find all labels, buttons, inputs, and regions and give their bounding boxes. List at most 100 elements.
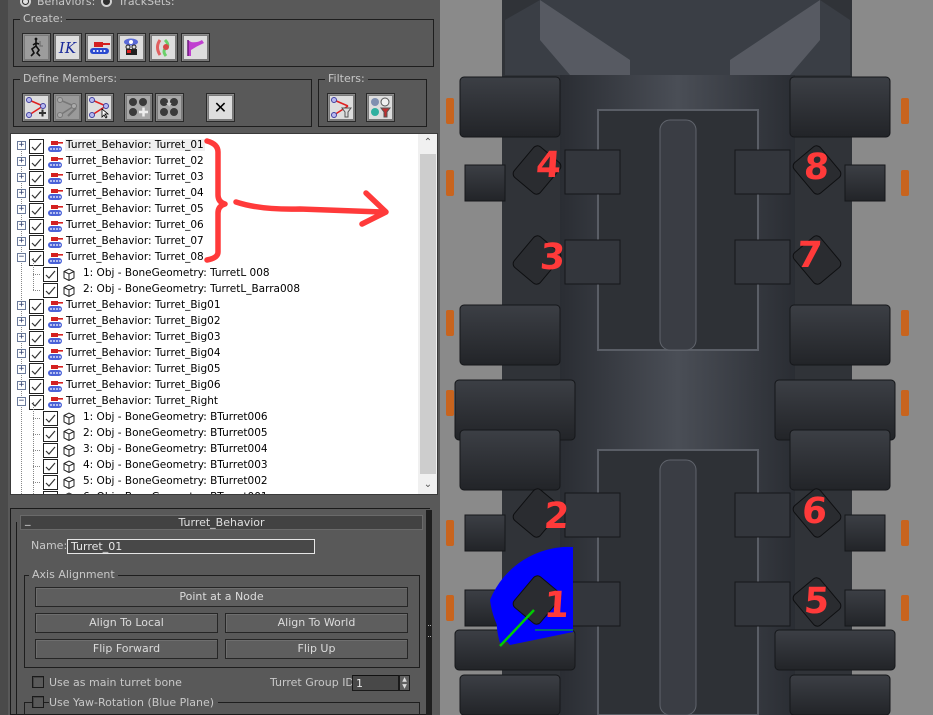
tree-behavior-row[interactable]: + Turret_Behavior: Turret_Big02 bbox=[11, 314, 417, 330]
expand-icon[interactable]: + bbox=[17, 349, 26, 358]
create-look-at-button[interactable] bbox=[117, 33, 146, 62]
row-checkbox[interactable] bbox=[43, 267, 58, 282]
turret-group-id-spinner[interactable]: ▲ ▼ bbox=[399, 675, 410, 691]
tree-member-row[interactable]: 1: Obj - BoneGeometry: TurretL 008 bbox=[11, 258, 417, 282]
row-checkbox[interactable] bbox=[29, 139, 44, 154]
add-set-button[interactable] bbox=[124, 93, 153, 122]
row-checkbox[interactable] bbox=[43, 443, 58, 458]
scroll-down-button[interactable]: ⌄ bbox=[418, 476, 437, 494]
flip-forward-button[interactable]: Flip Forward bbox=[35, 639, 218, 659]
tree-member-row[interactable]: 2: Obj - BoneGeometry: TurretL_Barra008 bbox=[11, 274, 417, 298]
row-checkbox[interactable] bbox=[29, 395, 44, 410]
tracksets-radio[interactable] bbox=[101, 0, 113, 7]
expand-icon[interactable]: + bbox=[17, 141, 26, 150]
row-checkbox[interactable] bbox=[29, 219, 44, 234]
tree-behavior-row[interactable]: + Turret_Behavior: Turret_03 bbox=[11, 170, 417, 186]
flip-up-button[interactable]: Flip Up bbox=[225, 639, 408, 659]
tree-member-row[interactable]: 2: Obj - BoneGeometry: BTurret005 bbox=[11, 418, 417, 442]
row-checkbox[interactable] bbox=[43, 475, 58, 490]
rollout-scroll-grip[interactable] bbox=[428, 625, 431, 637]
row-checkbox[interactable] bbox=[29, 155, 44, 170]
row-checkbox[interactable] bbox=[29, 251, 44, 266]
expand-icon[interactable]: + bbox=[17, 301, 26, 310]
row-checkbox[interactable] bbox=[43, 459, 58, 474]
row-checkbox[interactable] bbox=[29, 235, 44, 250]
tree-behavior-row[interactable]: + Turret_Behavior: Turret_Big04 bbox=[11, 346, 417, 362]
row-checkbox[interactable] bbox=[43, 283, 58, 298]
tree-behavior-row[interactable]: + Turret_Behavior: Turret_Big06 bbox=[11, 378, 417, 394]
tree-behavior-row[interactable]: + Turret_Behavior: Turret_04 bbox=[11, 186, 417, 202]
row-checkbox[interactable] bbox=[29, 171, 44, 186]
row-checkbox[interactable] bbox=[29, 315, 44, 330]
expand-icon[interactable]: + bbox=[17, 173, 26, 182]
tree-behavior-row[interactable]: + Turret_Behavior: Turret_02 bbox=[11, 154, 417, 170]
tree-behavior-row[interactable]: + Turret_Behavior: Turret_Big01 bbox=[11, 298, 417, 314]
tree-behavior-row[interactable]: + Turret_Behavior: Turret_Big05 bbox=[11, 362, 417, 378]
row-checkbox[interactable] bbox=[29, 331, 44, 346]
spinner-up-icon[interactable]: ▲ bbox=[400, 676, 409, 683]
expand-icon[interactable]: + bbox=[17, 365, 26, 374]
tree-behavior-row[interactable]: + Turret_Behavior: Turret_01 bbox=[11, 138, 417, 154]
expand-icon[interactable]: + bbox=[17, 237, 26, 246]
tree-member-row[interactable]: 3: Obj - BoneGeometry: BTurret004 bbox=[11, 434, 417, 458]
tree-member-row[interactable]: 5: Obj - BoneGeometry: BTurret002 bbox=[11, 466, 417, 490]
expand-icon[interactable]: + bbox=[17, 189, 26, 198]
name-input[interactable]: Turret_01 bbox=[67, 539, 315, 554]
row-checkbox[interactable] bbox=[29, 379, 44, 394]
tree-member-row[interactable]: 1: Obj - BoneGeometry: BTurret006 bbox=[11, 402, 417, 426]
expand-icon[interactable]: + bbox=[17, 221, 26, 230]
collapse-icon[interactable]: − bbox=[17, 253, 26, 262]
collapse-icon[interactable]: _ bbox=[25, 513, 31, 526]
expand-icon[interactable]: + bbox=[17, 333, 26, 342]
expand-icon[interactable]: + bbox=[17, 381, 26, 390]
align-to-world-button[interactable]: Align To World bbox=[225, 613, 408, 633]
rollout-title-bar[interactable]: _ Turret_Behavior bbox=[20, 513, 423, 530]
collapse-icon[interactable]: − bbox=[17, 397, 26, 406]
tree-member-row[interactable]: 6: Obj - BoneGeometry: BTurret001 bbox=[11, 482, 417, 494]
pick-member-button[interactable] bbox=[85, 93, 114, 122]
row-checkbox[interactable] bbox=[29, 347, 44, 362]
create-biped-button[interactable] bbox=[22, 33, 51, 62]
align-to-local-button[interactable]: Align To Local bbox=[35, 613, 218, 633]
row-checkbox[interactable] bbox=[29, 363, 44, 378]
expand-icon[interactable]: + bbox=[17, 205, 26, 214]
main-turret-bone-checkbox[interactable] bbox=[32, 676, 44, 688]
create-orientation-button[interactable] bbox=[149, 33, 178, 62]
filter-spheres-button[interactable] bbox=[366, 93, 395, 122]
row-checkbox[interactable] bbox=[43, 491, 58, 494]
yaw-rotation-checkbox[interactable] bbox=[32, 696, 44, 708]
row-checkbox[interactable] bbox=[29, 299, 44, 314]
tree-behavior-row[interactable]: + Turret_Behavior: Turret_05 bbox=[11, 202, 417, 218]
row-checkbox[interactable] bbox=[29, 203, 44, 218]
scroll-up-button[interactable]: ⌃ bbox=[418, 134, 437, 152]
turret-group-id-input[interactable]: 1 bbox=[352, 675, 399, 691]
spinner-down-icon[interactable]: ▼ bbox=[400, 683, 409, 690]
tree-behavior-row[interactable]: + Turret_Behavior: Turret_Big03 bbox=[11, 330, 417, 346]
create-flag-button[interactable] bbox=[181, 33, 210, 62]
expand-icon[interactable]: + bbox=[17, 157, 26, 166]
create-ik-button[interactable]: IK bbox=[53, 33, 82, 62]
tree-scrollbar[interactable]: ⌃ ⌄ bbox=[417, 134, 437, 494]
3d-viewport[interactable]: 4 8 3 7 2 6 1 5 bbox=[440, 0, 933, 715]
behaviors-radio[interactable] bbox=[20, 0, 31, 7]
behavior-tree-list[interactable]: + Turret_Behavior: Turret_01 + Turret_Behav… bbox=[10, 133, 438, 495]
tree-behavior-row[interactable]: − Turret_Behavior: Turret_Right bbox=[11, 394, 417, 410]
remove-member-button[interactable] bbox=[53, 93, 82, 122]
add-member-button[interactable] bbox=[22, 93, 51, 122]
tree-behavior-row[interactable]: + Turret_Behavior: Turret_07 bbox=[11, 234, 417, 250]
remove-set-button[interactable] bbox=[155, 93, 184, 122]
row-checkbox[interactable] bbox=[43, 411, 58, 426]
turret-behavior-icon bbox=[47, 188, 63, 201]
tree-behavior-row[interactable]: − Turret_Behavior: Turret_08 bbox=[11, 250, 417, 266]
scroll-thumb[interactable] bbox=[420, 154, 436, 474]
expand-icon[interactable]: + bbox=[17, 317, 26, 326]
create-turret-button[interactable] bbox=[85, 33, 114, 62]
row-checkbox[interactable] bbox=[43, 427, 58, 442]
tree-member-row[interactable]: 4: Obj - BoneGeometry: BTurret003 bbox=[11, 450, 417, 474]
point-at-node-button[interactable]: Point at a Node bbox=[35, 587, 408, 607]
rollout-scrollbar[interactable] bbox=[426, 510, 432, 715]
delete-button[interactable]: ✕ bbox=[206, 93, 235, 122]
filter-members-button[interactable] bbox=[327, 93, 356, 122]
tree-behavior-row[interactable]: + Turret_Behavior: Turret_06 bbox=[11, 218, 417, 234]
row-checkbox[interactable] bbox=[29, 187, 44, 202]
